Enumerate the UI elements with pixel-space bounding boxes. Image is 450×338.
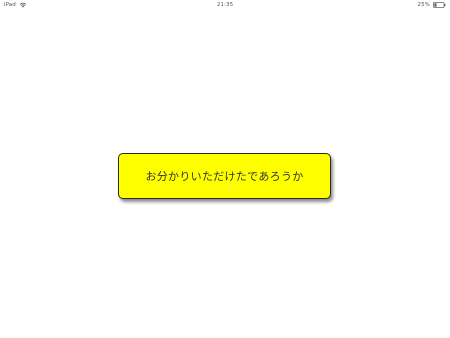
ipad-screen: iPad 21:35 25% お分かりいただけたであろうか (0, 0, 450, 338)
status-right: 25% (417, 1, 446, 9)
status-left: iPad (4, 1, 27, 9)
wifi-icon (19, 2, 27, 8)
status-bar: iPad 21:35 25% (0, 0, 450, 10)
message-box[interactable]: お分かりいただけたであろうか (118, 153, 331, 199)
battery-icon (433, 2, 446, 8)
clock: 21:35 (216, 2, 234, 8)
battery-percent: 25% (417, 2, 430, 8)
message-text: お分かりいただけたであろうか (145, 170, 304, 183)
device-name: iPad (4, 2, 16, 8)
status-center: 21:35 (0, 1, 450, 9)
message-dialog: お分かりいただけたであろうか (118, 153, 331, 199)
